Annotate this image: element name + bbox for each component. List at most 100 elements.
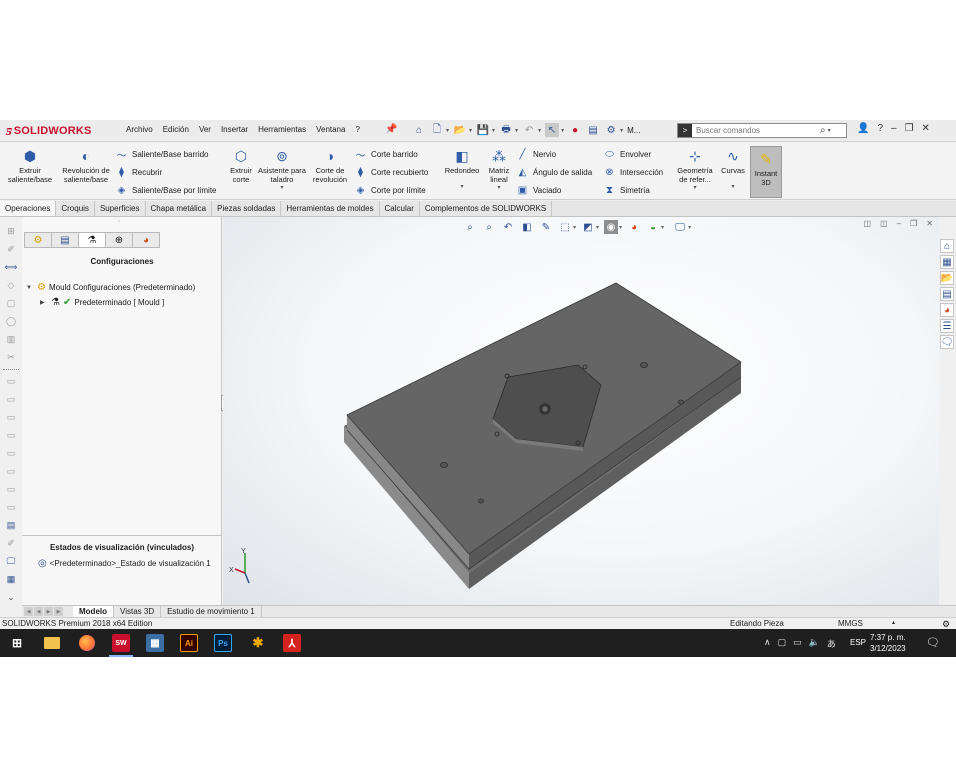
volume-icon[interactable]: 🔈 [809,637,820,650]
pin-icon[interactable]: 📌 [385,124,397,135]
saliente-limite-button[interactable]: ◈ Saliente/Base por límite [115,184,217,197]
sketch-tool-icon[interactable]: ▭ [4,393,18,406]
user-icon[interactable]: 👤 [857,123,869,134]
simetria-button[interactable]: ⧗ Simetría [603,184,650,197]
instant3d-button[interactable]: ✎ Instant 3D [750,146,782,198]
corte-recubierto-button[interactable]: ⧫ Corte recubierto [354,166,428,179]
chevron-down-icon[interactable]: ▾ [828,127,831,134]
windows-start-icon[interactable]: ⊞ [8,634,26,652]
sketch-tool-icon[interactable]: ▭ [4,411,18,424]
envolver-button[interactable]: ⬭ Envolver [603,148,651,161]
tab-operaciones[interactable]: Operaciones [0,201,57,216]
taskbar-app-file-explorer[interactable] [43,634,61,652]
tray-app-icon[interactable]: ▢ [778,637,787,650]
tab-calcular[interactable]: Calcular [380,201,420,216]
ime-icon[interactable]: あ [827,637,836,650]
save-icon[interactable]: 💾 [476,123,490,137]
rebuild-traffic-light-icon[interactable]: ● [568,123,582,137]
taskbar-app-firefox[interactable] [78,634,96,652]
vaciado-button[interactable]: ▣ Vaciado [516,184,562,197]
expand-arrow-icon[interactable]: ▶ [40,299,48,306]
tab-herramientas-moldes[interactable]: Herramientas de moldes [281,201,380,216]
chevron-down-icon[interactable]: ▾ [538,127,541,134]
taskbar-app-acrobat[interactable]: ⅄ [283,634,301,652]
help-icon[interactable]: ? [877,123,883,134]
chevron-down-icon[interactable]: ▾ [469,127,472,134]
search-icon[interactable]: ⌕ [820,125,826,136]
sketch-tool-icon[interactable]: ▥ [4,333,18,346]
smart-dimension-icon[interactable]: ⟺ [4,261,18,274]
sketch-tool-icon[interactable]: ▢ [4,297,18,310]
home-icon[interactable]: ⌂ [412,123,426,137]
chevron-down-icon[interactable]: ▾ [620,127,623,134]
chevron-down-icon[interactable]: ⌄ [4,591,18,604]
notification-icon[interactable]: 🗨 [926,636,940,649]
quick-more-label[interactable]: M... [627,126,640,135]
sketch-tool-icon[interactable]: ✐ [4,243,18,256]
status-units[interactable]: MMGS [838,619,863,628]
taskbar-app-solidworks-2[interactable]: ✱ [249,634,267,652]
chevron-down-icon[interactable]: ▾ [515,127,518,134]
sketch-tool-icon[interactable]: ▦ [4,573,18,586]
solidworks-resources-icon[interactable]: ⌂ [940,239,954,253]
tree-item-predeterminado[interactable]: ▶ ⚗ ✔ Predeterminado [ Mould ] [40,297,164,308]
configuration-manager-tab-icon[interactable]: ⚗ [78,232,106,248]
tab-piezas-soldadas[interactable]: Piezas soldadas [212,201,282,216]
extruir-corte-button[interactable]: ⬡ Extruir corte [226,147,256,185]
tab-vistas-3d[interactable]: Vistas 3D [114,606,162,617]
chevron-down-icon[interactable]: ▾ [280,184,283,193]
tree-item-root[interactable]: ▼ ⚙ Mould Configuraciones (Predeterminad… [26,282,195,293]
search-input[interactable] [692,126,820,135]
nervio-button[interactable]: ╱ Nervio [516,148,556,161]
sketch-tool-icon[interactable]: ▭ [4,447,18,460]
sketch-tool-icon[interactable]: ▤ [4,519,18,532]
chevron-down-icon[interactable]: ▾ [497,184,500,193]
sketch-tool-icon[interactable]: ▭ [4,375,18,388]
undo-icon[interactable]: ↶ [522,123,536,137]
last-tab-icon[interactable]: ▶ [54,607,63,616]
menu-ver[interactable]: Ver [199,125,211,134]
taskbar-app-photoshop[interactable]: Ps [214,634,232,652]
matriz-lineal-button[interactable]: ⁂ Matriz lineal ▾ [485,147,513,193]
solidworks-logo[interactable]: ƽ SOLIDWORKS [6,122,92,140]
sketch-tool-icon[interactable]: ✂ [4,351,18,364]
chevron-down-icon[interactable]: ▾ [460,183,463,192]
sketch-tool-icon[interactable]: 🖵 [4,555,18,568]
file-explorer-icon[interactable]: 📂 [940,271,954,285]
tab-modelo[interactable]: Modelo [73,606,114,617]
corte-revolucion-button[interactable]: ◑ Corte de revolución [308,147,352,185]
corte-barrido-button[interactable]: 〜 Corte barrido [354,148,418,162]
language-indicator[interactable]: ESP [850,638,866,647]
menu-help[interactable]: ? [355,125,359,134]
saliente-barrido-button[interactable]: 〜 Saliente/Base barrido [115,148,209,162]
panel-handle-icon[interactable]: ◦ [118,219,120,225]
tab-superficies[interactable]: Superficies [95,201,146,216]
network-icon[interactable]: ▭ [793,637,802,650]
sketch-tool-icon[interactable]: ◯ [4,315,18,328]
corte-limite-button[interactable]: ◈ Corte por límite [354,184,426,197]
interseccion-button[interactable]: ⊗ Intersección [603,166,663,179]
property-manager-tab-icon[interactable]: ▤ [51,232,79,248]
asistente-taladro-button[interactable]: ⊚ Asistente para taladro ▾ [258,147,306,193]
taskbar-clock[interactable]: 7:37 p. m. 3/12/2023 [870,632,906,654]
forum-icon[interactable]: 🗨 [940,335,954,349]
open-folder-icon[interactable]: 📂 [453,123,467,137]
display-manager-tab-icon[interactable]: ◕ [132,232,160,248]
restore-icon[interactable]: ❐ [905,123,914,134]
custom-properties-icon[interactable]: ☰ [940,319,954,333]
view-palette-icon[interactable]: ▤ [940,287,954,301]
close-icon[interactable]: ✕ [922,123,930,134]
sketch-tool-icon[interactable]: ▭ [4,429,18,442]
chevron-down-icon[interactable]: ▾ [693,184,696,193]
tab-croquis[interactable]: Croquis [56,201,95,216]
design-library-icon[interactable]: ▦ [940,255,954,269]
chevron-down-icon[interactable]: ▾ [561,127,564,134]
file-properties-icon[interactable]: ▤ [586,123,600,137]
extruir-saliente-button[interactable]: ⬢ Extruir saliente/base [4,147,56,185]
new-document-icon[interactable]: 🗋 [430,123,444,137]
menu-archivo[interactable]: Archivo [126,125,153,134]
minimize-icon[interactable]: – [891,123,897,134]
tray-chevron-up-icon[interactable]: ∧ [764,637,771,650]
chevron-up-icon[interactable]: ▴ [892,619,895,626]
menu-ventana[interactable]: Ventana [316,125,345,134]
